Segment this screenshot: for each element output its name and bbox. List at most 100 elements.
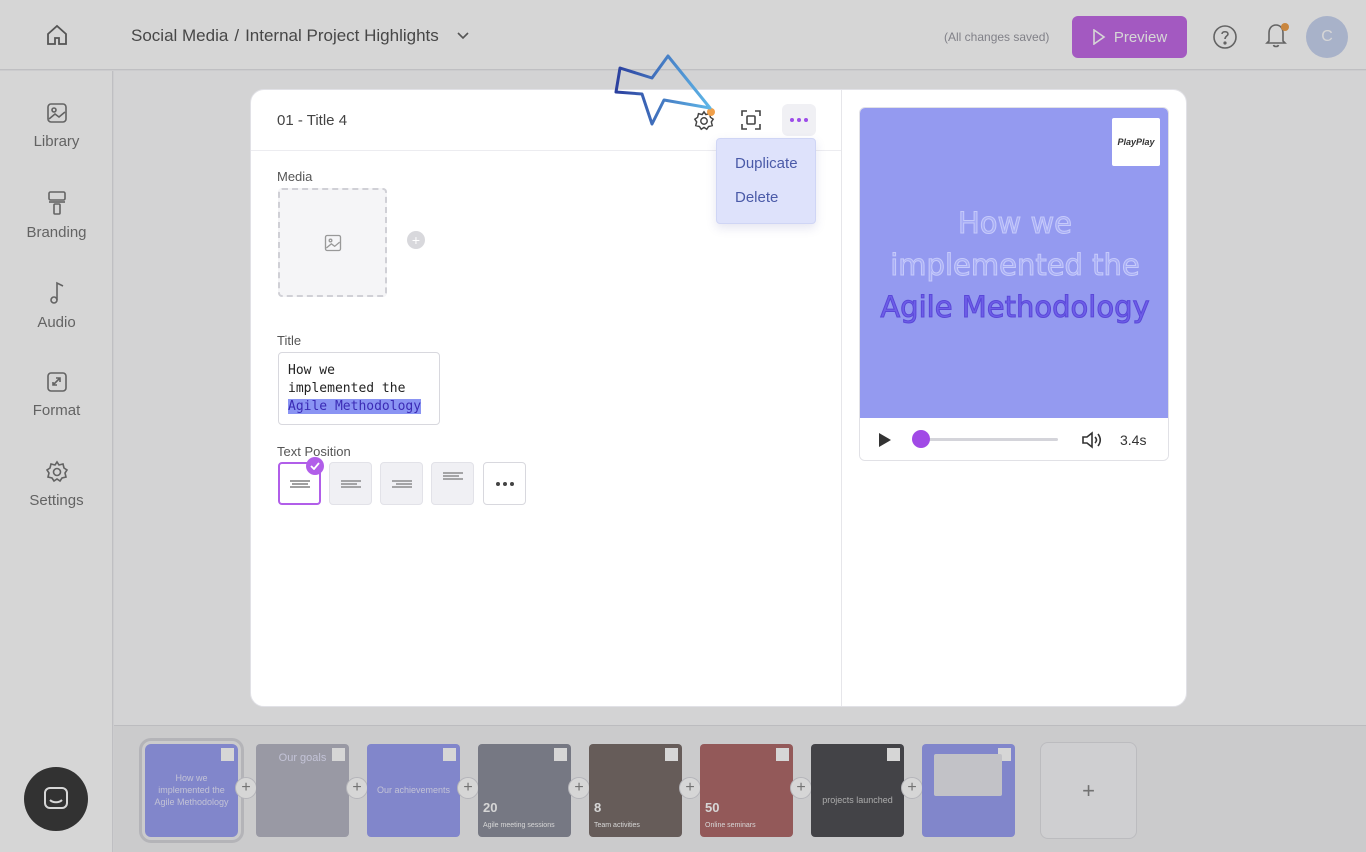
title-line-highlighted: Agile Methodology xyxy=(288,399,422,414)
timeline-slide-7[interactable]: projects launched xyxy=(811,744,904,837)
preview-title-line: How we xyxy=(957,206,1073,241)
sidebar-item-audio[interactable]: Audio xyxy=(0,280,113,350)
insert-slide-button[interactable]: + xyxy=(568,777,590,799)
align-top-icon xyxy=(442,472,463,480)
image-placeholder-icon xyxy=(324,234,341,251)
align-left-icon xyxy=(340,479,361,488)
sidebar-item-label: Format xyxy=(32,402,81,419)
insert-slide-button[interactable]: + xyxy=(457,777,479,799)
image-icon xyxy=(46,103,67,123)
logo-icon xyxy=(887,748,900,761)
avatar[interactable]: C xyxy=(1306,16,1348,58)
text-position-top[interactable] xyxy=(431,462,474,505)
logo-icon xyxy=(665,748,678,761)
timeline-slide-caption: Team activities xyxy=(594,822,640,829)
volume-icon[interactable] xyxy=(1080,429,1104,451)
media-label: Media xyxy=(277,169,313,184)
timeline-slide-text: Our achievements xyxy=(376,785,451,795)
insert-slide-button[interactable]: + xyxy=(679,777,701,799)
insert-slide-button[interactable]: + xyxy=(901,777,923,799)
title-label: Title xyxy=(277,333,302,348)
more-positions-button[interactable] xyxy=(483,462,526,505)
sidebar-item-label: Audio xyxy=(37,314,76,331)
menu-item-duplicate[interactable]: Duplicate xyxy=(735,155,798,172)
timeline-slide-2[interactable]: Our goals xyxy=(256,744,349,837)
more-dot xyxy=(495,481,500,486)
preview-canvas: PlayPlay How we implemented the Agile Me… xyxy=(860,108,1168,418)
more-dot xyxy=(509,481,514,486)
slide-editor-card: 01 - Title 4 Media + Title How we implem… xyxy=(250,89,1187,707)
more-options-button[interactable] xyxy=(782,104,816,136)
title-line: implemented the xyxy=(288,381,406,396)
timeline-slide-number: 20 xyxy=(483,800,498,815)
chevron-down-icon[interactable] xyxy=(457,32,469,40)
breadcrumb-current: Internal Project Highlights xyxy=(245,26,439,45)
help-button[interactable] xyxy=(1212,24,1238,50)
add-slide-button[interactable]: + xyxy=(1040,742,1137,839)
chat-icon xyxy=(44,787,68,809)
breadcrumb-parent[interactable]: Social Media xyxy=(131,26,228,46)
timeline-slide-caption: Online seminars xyxy=(705,822,756,829)
timeline-slide-5[interactable]: 8 Team activities xyxy=(589,744,682,837)
text-position-right[interactable] xyxy=(380,462,423,505)
laptop-image xyxy=(934,754,1002,796)
timeline-slide-text: How we implemented the Agile Methodology xyxy=(154,773,229,807)
focus-icon[interactable] xyxy=(739,108,763,132)
timeline-slide-8[interactable] xyxy=(922,744,1015,837)
media-dropzone[interactable] xyxy=(278,188,387,297)
preview-title-line: implemented the xyxy=(890,248,1141,283)
progress-handle[interactable] xyxy=(912,430,930,448)
sidebar-item-branding[interactable]: Branding xyxy=(0,190,113,260)
help-icon xyxy=(1213,25,1237,49)
music-note-icon xyxy=(49,281,63,304)
notifications-button[interactable] xyxy=(1264,22,1290,50)
play-icon[interactable] xyxy=(878,432,892,448)
more-dot xyxy=(797,118,801,122)
duration: 3.4s xyxy=(1120,432,1147,448)
insert-slide-button[interactable]: + xyxy=(235,777,257,799)
align-center-icon xyxy=(289,479,310,488)
preview-title: How we implemented the Agile Methodology xyxy=(870,202,1160,328)
timeline: How we implemented the Agile Methodology… xyxy=(114,725,1366,852)
paint-roller-icon xyxy=(47,191,66,215)
more-dot xyxy=(502,481,507,486)
timeline-slide-3[interactable]: Our achievements xyxy=(367,744,460,837)
chat-launcher-button[interactable] xyxy=(24,767,88,831)
sidebar-item-format[interactable]: Format xyxy=(0,370,113,440)
logo-icon xyxy=(554,748,567,761)
logo-icon xyxy=(776,748,789,761)
breadcrumb[interactable]: Social Media / Internal Project Highligh… xyxy=(131,26,469,46)
insert-slide-button[interactable]: + xyxy=(790,777,812,799)
preview-button[interactable]: Preview xyxy=(1072,16,1187,58)
preview-title-line: Agile Methodology xyxy=(880,290,1150,325)
align-right-icon xyxy=(391,479,412,488)
menu-item-delete[interactable]: Delete xyxy=(735,189,778,206)
preview-button-label: Preview xyxy=(1113,28,1168,46)
timeline-slide-number: 8 xyxy=(594,800,602,815)
timeline-slide-6[interactable]: 50 Online seminars xyxy=(700,744,793,837)
gear-icon xyxy=(45,460,68,483)
home-button[interactable] xyxy=(0,0,113,70)
progress-track[interactable] xyxy=(912,438,1058,441)
more-options-menu: Duplicate Delete xyxy=(716,138,816,224)
breadcrumb-separator: / xyxy=(234,26,240,45)
slide-title: 01 - Title 4 xyxy=(277,112,348,129)
timeline-slide-1[interactable]: How we implemented the Agile Methodology xyxy=(139,738,244,843)
logo-icon xyxy=(221,748,234,761)
text-position-left[interactable] xyxy=(329,462,372,505)
sidebar-item-library[interactable]: Library xyxy=(0,101,113,171)
sidebar-item-settings[interactable]: Settings xyxy=(0,460,113,530)
timeline-slide-4[interactable]: 20 Agile meeting sessions xyxy=(478,744,571,837)
sidebar-item-label: Branding xyxy=(26,224,87,241)
resize-icon xyxy=(46,372,67,392)
sidebar-item-label: Library xyxy=(33,133,80,150)
timeline-slide-text: projects launched xyxy=(822,795,893,805)
insert-slide-button[interactable]: + xyxy=(346,777,368,799)
sidebar: Library Branding Audio Format Settings xyxy=(0,71,113,852)
play-icon xyxy=(1093,29,1106,45)
add-media-button[interactable]: + xyxy=(407,231,425,249)
save-status: (All changes saved) xyxy=(944,30,1050,44)
home-icon xyxy=(46,24,67,45)
title-line: How we xyxy=(288,363,335,378)
title-input[interactable]: How we implemented the Agile Methodology xyxy=(278,352,440,425)
